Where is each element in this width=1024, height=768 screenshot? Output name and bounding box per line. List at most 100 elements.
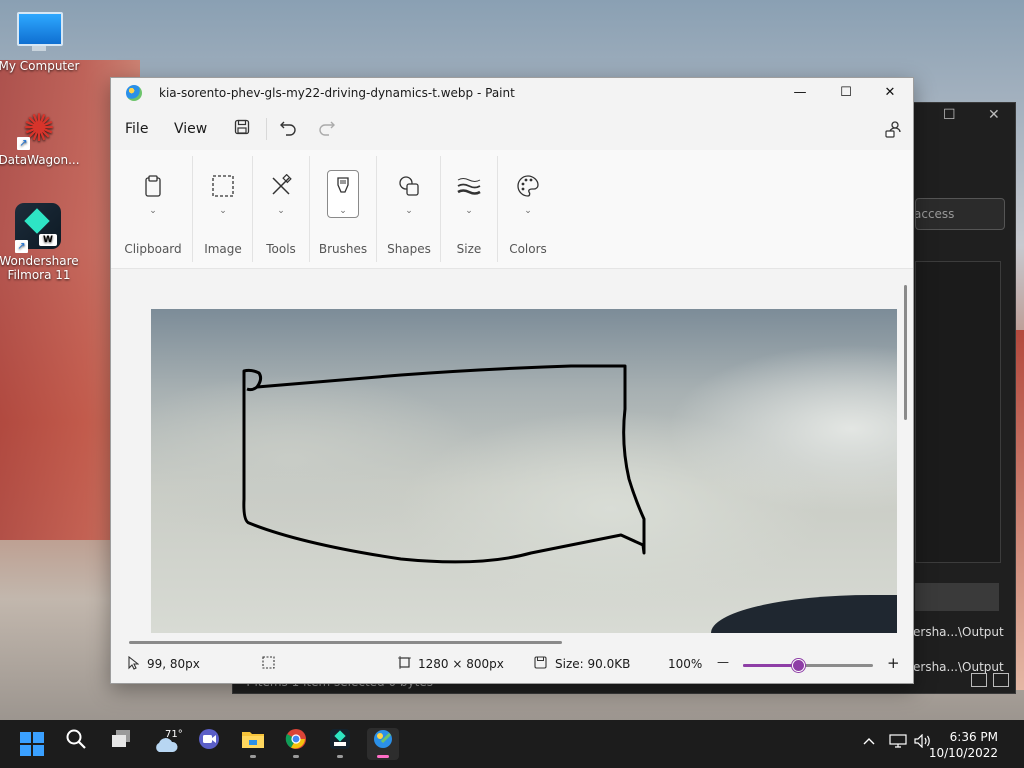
meet-icon[interactable] xyxy=(193,728,225,760)
freehand-drawing xyxy=(242,364,646,564)
ribbon-separator xyxy=(376,156,377,262)
clipboard-icon xyxy=(141,174,165,198)
ribbon-label: Size xyxy=(456,242,482,256)
horizontal-scrollbar[interactable] xyxy=(129,641,562,644)
ribbon-label: Clipboard xyxy=(124,242,182,256)
close-button[interactable]: ✕ xyxy=(867,78,913,108)
weather-temperature: 71° xyxy=(165,729,183,740)
ribbon-label: Colors xyxy=(509,242,547,256)
file-explorer-icon[interactable] xyxy=(237,728,269,760)
ribbon-group-brushes[interactable]: ⌄ Brushes xyxy=(315,150,371,268)
zoom-slider-thumb[interactable] xyxy=(791,659,805,672)
disk-icon xyxy=(534,656,547,673)
desktop-icon-label: My Computer xyxy=(0,59,80,73)
tools-icon xyxy=(269,173,293,198)
search-input[interactable]: access xyxy=(915,198,1005,230)
ribbon-group-tools[interactable]: ⌄ Tools xyxy=(253,150,309,268)
pointer-icon xyxy=(127,655,140,674)
zoom-in-button[interactable]: + xyxy=(887,654,900,672)
task-view-icon[interactable] xyxy=(105,728,137,760)
close-icon[interactable]: ✕ xyxy=(988,107,1000,123)
shortcut-arrow-icon: ↗ xyxy=(17,137,30,150)
chevron-down-icon: ⌄ xyxy=(465,206,473,216)
image-dimensions: 1280 × 800px xyxy=(418,657,504,671)
paint-app-icon xyxy=(126,85,142,101)
desktop-icon-label: Wondershare Filmora 11 xyxy=(0,254,79,282)
maximize-icon[interactable]: ☐ xyxy=(943,107,956,123)
shapes-icon xyxy=(397,174,421,198)
chevron-down-icon: ⌄ xyxy=(524,206,532,216)
filmora-icon: W ↗ xyxy=(15,203,63,253)
details-view-icon[interactable] xyxy=(971,673,987,687)
desktop-icon-label: DataWagon... xyxy=(0,153,80,167)
ribbon-separator xyxy=(309,156,310,262)
ribbon-group-clipboard[interactable]: ⌄ Clipboard xyxy=(121,150,185,268)
chevron-down-icon: ⌄ xyxy=(405,206,413,216)
list-item[interactable] xyxy=(915,583,999,611)
clock-date: 10/10/2022 xyxy=(928,746,998,760)
minimize-button[interactable]: — xyxy=(777,78,823,108)
network-icon[interactable] xyxy=(889,734,907,752)
canvas-area[interactable] xyxy=(111,269,913,645)
weather-icon[interactable]: 71° xyxy=(150,728,183,760)
active-indicator xyxy=(377,755,389,758)
datawagon-icon: ✺ ↗ xyxy=(17,106,61,150)
desktop-icon-datawagon[interactable]: ✺ ↗ DataWagon... xyxy=(0,106,81,167)
selection-size-icon xyxy=(262,656,275,673)
desktop-icon-filmora[interactable]: W ↗ Wondershare Filmora 11 xyxy=(0,203,81,282)
zoom-slider-fill xyxy=(743,664,798,667)
maximize-button[interactable]: ☐ xyxy=(823,78,869,108)
window-title: kia-sorento-phev-gls-my22-driving-dynami… xyxy=(159,86,515,100)
image-canvas[interactable] xyxy=(151,309,897,633)
zoom-out-button[interactable]: — xyxy=(717,655,729,669)
desktop-icon-my-computer[interactable]: My Computer xyxy=(0,8,81,73)
running-indicator xyxy=(293,755,299,758)
undo-icon[interactable] xyxy=(279,119,297,141)
output-path-label: ersha...\Output xyxy=(913,625,1004,639)
ribbon-label: Brushes xyxy=(318,242,368,256)
chevron-down-icon: ⌄ xyxy=(149,206,157,216)
ribbon-label: Tools xyxy=(266,242,296,256)
chevron-up-icon[interactable] xyxy=(862,734,876,750)
chrome-icon[interactable] xyxy=(280,728,312,760)
title-bar[interactable]: kia-sorento-phev-gls-my22-driving-dynami… xyxy=(111,78,913,108)
running-indicator xyxy=(337,755,343,758)
paint-window[interactable]: kia-sorento-phev-gls-my22-driving-dynami… xyxy=(110,77,914,684)
ribbon-label: Image xyxy=(204,242,242,256)
output-path-label: ersha...\Output xyxy=(913,660,1004,674)
status-bar: 99, 80px 1280 × 800px Size: 90.0KB 100% … xyxy=(111,645,913,683)
ribbon-toolbar: ⌄ Clipboard ⌄ Image ⌄ Tools ⌄ Brushes ⌄ … xyxy=(111,150,913,269)
ribbon-label: Shapes xyxy=(387,242,431,256)
taskbar: 71° 6:36 PM 10/10/2022 xyxy=(0,720,1024,768)
shortcut-arrow-icon: ↗ xyxy=(15,240,28,253)
thumbnail-view-icon[interactable] xyxy=(993,673,1009,687)
canvas-size-icon xyxy=(398,656,411,673)
chevron-down-icon: ⌄ xyxy=(339,206,347,216)
ribbon-group-shapes[interactable]: ⌄ Shapes xyxy=(379,150,439,268)
selection-icon xyxy=(211,174,235,198)
search-icon[interactable] xyxy=(60,728,92,760)
menu-file[interactable]: File xyxy=(125,121,148,137)
ribbon-group-colors[interactable]: ⌄ Colors xyxy=(498,150,558,268)
vertical-scrollbar[interactable] xyxy=(904,285,907,420)
start-button[interactable] xyxy=(20,732,44,756)
cursor-position: 99, 80px xyxy=(147,657,200,671)
ribbon-group-size[interactable]: ⌄ Size xyxy=(441,150,497,268)
zoom-percentage: 100% xyxy=(668,657,703,671)
menu-bar: File View xyxy=(111,108,913,150)
ribbon-separator xyxy=(192,156,193,262)
redo-icon[interactable] xyxy=(318,119,336,141)
filmora-taskbar-icon[interactable] xyxy=(324,728,356,760)
palette-icon xyxy=(516,174,540,198)
save-icon[interactable] xyxy=(234,119,250,139)
zoom-slider[interactable] xyxy=(743,664,873,667)
file-size: Size: 90.0KB xyxy=(555,657,631,671)
ribbon-group-image[interactable]: ⌄ Image xyxy=(195,150,251,268)
paint-taskbar-icon[interactable] xyxy=(367,728,399,760)
system-clock[interactable]: 6:36 PM 10/10/2022 xyxy=(929,729,998,761)
monitor-icon xyxy=(17,12,63,56)
chevron-down-icon: ⌄ xyxy=(219,206,227,216)
chevron-down-icon: ⌄ xyxy=(277,206,285,216)
menu-view[interactable]: View xyxy=(174,121,207,137)
account-icon[interactable] xyxy=(884,120,902,142)
